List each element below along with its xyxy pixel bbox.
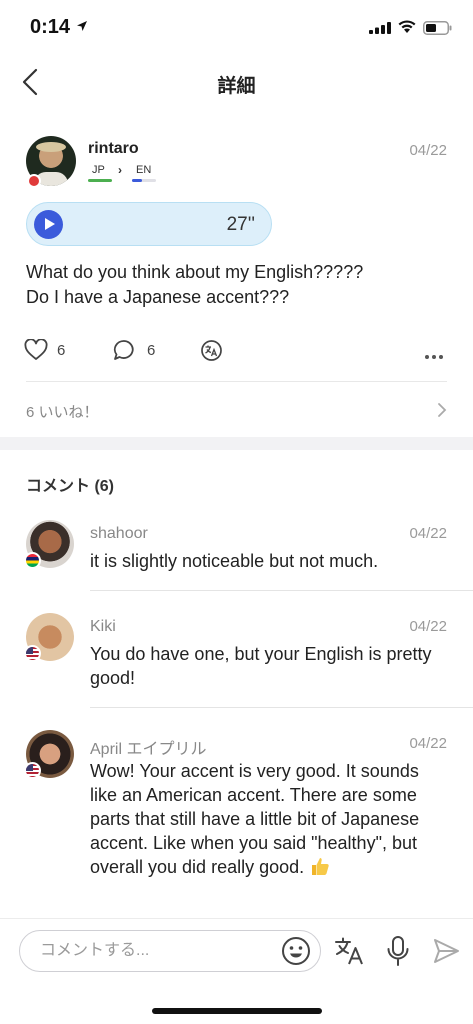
mauritius-flag-icon — [24, 552, 41, 569]
post-username[interactable]: rintaro — [88, 140, 139, 158]
comment-input-bar — [0, 918, 473, 984]
comment-text: Wow! Your accent is very good. It sounds… — [90, 759, 440, 879]
home-indicator[interactable] — [152, 1008, 322, 1014]
voice-duration: 27'' — [226, 214, 255, 235]
comment-date: 04/22 — [409, 618, 447, 635]
translate-circle-icon[interactable] — [200, 339, 223, 362]
status-time: 0:14 — [30, 16, 71, 38]
post-text-line: What do you think about my English????? — [26, 262, 364, 282]
chevron-right-small-icon: › — [118, 163, 122, 177]
us-flag-icon — [24, 645, 41, 662]
comment-date: 04/22 — [409, 525, 447, 542]
nav-bar: 詳細 — [0, 52, 473, 112]
likes-summary-row[interactable]: 6 いいね！ — [0, 388, 473, 432]
comment-text: it is slightly noticeable but not much. — [90, 551, 379, 571]
battery-icon — [423, 21, 452, 35]
divider — [90, 707, 473, 708]
signal-bars-icon — [369, 22, 391, 34]
comment-date: 04/22 — [409, 735, 447, 752]
comment-bubble-icon[interactable] — [113, 339, 135, 361]
post-text: What do you think about my English????? … — [26, 260, 446, 310]
comment-input[interactable] — [19, 930, 321, 972]
comment-text: You do have one, but your English is pre… — [90, 644, 432, 688]
chevron-right-icon — [438, 403, 447, 417]
send-icon[interactable] — [432, 937, 460, 965]
comment-item: April エイプリル 04/22 Wow! Your accent is ve… — [0, 728, 473, 877]
comments-header: コメント (6) — [26, 478, 115, 495]
comment-text-body: Wow! Your accent is very good. It sounds… — [90, 761, 420, 877]
thumbs-up-icon — [312, 858, 329, 875]
play-icon[interactable] — [34, 210, 63, 239]
comment-author[interactable]: April エイプリル — [90, 735, 206, 759]
us-flag-icon — [24, 762, 41, 779]
location-arrow-icon — [77, 21, 87, 31]
more-options-icon[interactable] — [425, 346, 447, 359]
page-title: 詳細 — [217, 76, 256, 97]
post-text-line: Do I have a Japanese accent??? — [26, 287, 290, 307]
post-actions: 6 6 — [0, 336, 473, 366]
divider — [26, 381, 447, 382]
wifi-icon — [398, 20, 416, 33]
like-count: 6 — [57, 342, 66, 359]
native-language: JP — [92, 164, 105, 176]
comment-item: Kiki 04/22 You do have one, but your Eng… — [0, 611, 473, 708]
emoji-icon[interactable] — [281, 936, 311, 966]
status-bar: 0:14 — [0, 0, 473, 52]
learning-level-bar — [132, 179, 156, 182]
section-separator — [0, 437, 473, 450]
comment-count: 6 — [147, 342, 156, 359]
translate-icon[interactable] — [334, 936, 366, 966]
comment-author[interactable]: shahoor — [90, 525, 148, 543]
microphone-icon[interactable] — [385, 935, 411, 967]
heart-icon[interactable] — [24, 339, 48, 361]
divider — [90, 590, 473, 591]
status-dot — [27, 174, 41, 188]
voice-message[interactable]: 27'' — [26, 202, 272, 246]
post-date: 04/22 — [409, 142, 447, 159]
likes-summary: 6 いいね！ — [26, 404, 99, 421]
native-level-bar — [88, 179, 112, 182]
learning-language: EN — [136, 164, 152, 176]
comment-author[interactable]: Kiki — [90, 618, 116, 636]
